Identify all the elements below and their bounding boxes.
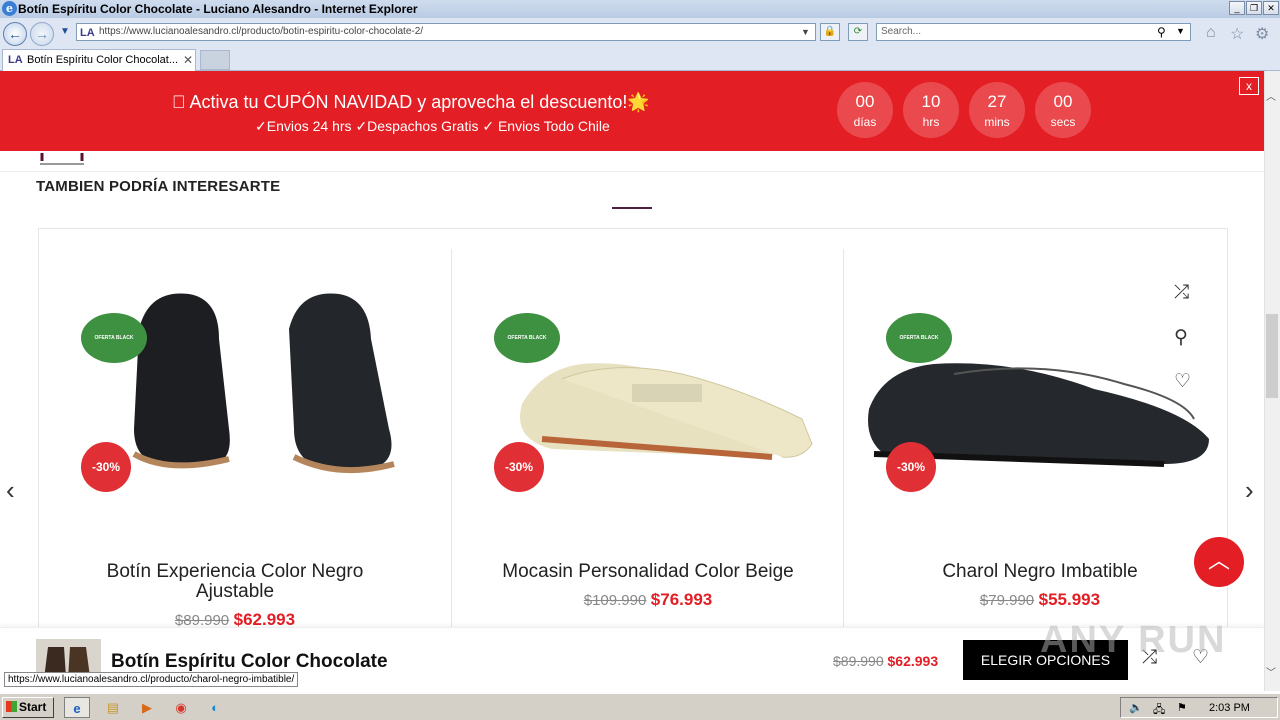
sticky-product-name: Botín Espíritu Color Chocolate [111, 651, 388, 672]
action-center-flag-icon[interactable]: ⚑ [1177, 701, 1187, 714]
old-price: $89.990 [833, 653, 884, 669]
search-input[interactable]: Search... [876, 23, 1191, 41]
site-logo-partial [38, 153, 86, 167]
windows-flag-icon [6, 701, 17, 712]
tab-current[interactable]: LA Botín Espíritu Color Chocolat... ✕ [2, 49, 196, 71]
clock[interactable]: 2:03 PM [1209, 702, 1250, 714]
volume-icon[interactable]: 🔈 [1129, 701, 1143, 714]
tab-label: Botín Espíritu Color Chocolat... [27, 54, 179, 66]
promo-banner:   Activa tu CUPÓN NAVIDAD y aprovecha el… [0, 71, 1264, 151]
product-card[interactable]: OFERTA BLACK -30% Botín Experiencia Colo… [39, 249, 431, 691]
ie-logo-icon: e [2, 1, 17, 16]
countdown-minutes: 27 mins [969, 82, 1025, 138]
search-icon[interactable]: ⚲ [1157, 25, 1166, 39]
taskbar: Start e ▤ ▶ ◉ ◐ 🔈 🖧 ⚑ 2:03 PM [0, 693, 1280, 720]
taskbar-media-player-icon[interactable]: ▶ [134, 697, 160, 718]
promo-subline: ✓Envios 24 hrs ✓Despachos Gratis ✓ Envio… [255, 118, 610, 134]
window-title: Botín Espíritu Color Chocolate - Luciano… [18, 2, 418, 16]
discount-badge: -30% [494, 442, 544, 492]
scroll-down-arrow-icon[interactable]: ﹀ [1266, 664, 1276, 679]
old-price: $109.990 [583, 592, 647, 609]
history-dropdown-icon[interactable]: ▼ [60, 26, 70, 37]
section-title: TAMBIEN PODRÍA INTERESARTE [36, 178, 281, 195]
countdown-hours: 10 hrs [903, 82, 959, 138]
close-tab-icon[interactable]: ✕ [183, 50, 193, 70]
product-name[interactable]: Charol Negro Imbatible [844, 562, 1236, 582]
sale-price: $55.993 [1038, 590, 1101, 609]
compare-shuffle-icon[interactable]: ⤮ [1174, 282, 1189, 304]
wishlist-heart-icon[interactable]: ♡ [1174, 370, 1191, 393]
favorites-star-icon[interactable]: ☆ [1230, 24, 1244, 44]
system-tray: 🔈 🖧 ⚑ 2:03 PM [1120, 697, 1278, 718]
header-divider [0, 171, 1264, 172]
close-window-button[interactable]: ✕ [1263, 1, 1279, 15]
promo-close-button[interactable]: x [1239, 77, 1259, 95]
forward-button[interactable]: → [30, 22, 54, 46]
settings-gear-icon[interactable]: ⚙ [1255, 24, 1269, 44]
discount-badge: -30% [886, 442, 936, 492]
old-price: $79.990 [979, 592, 1035, 609]
address-url[interactable]: https://www.lucianoalesandro.cl/producto… [99, 24, 423, 40]
start-button[interactable]: Start [2, 697, 54, 718]
watermark: ANY RUN [1040, 619, 1227, 661]
sale-price: $76.993 [650, 590, 713, 609]
refresh-icon[interactable]: ⟳ [848, 23, 868, 41]
minimize-button[interactable]: _ [1229, 1, 1245, 15]
site-favicon-icon: LA [80, 27, 95, 39]
taskbar-chrome-icon[interactable]: ◉ [168, 697, 194, 718]
taskbar-edge-icon[interactable]: ◐ [202, 697, 228, 718]
scroll-up-arrow-icon[interactable]: ︿ [1266, 88, 1276, 103]
countdown-seconds: 00 secs [1035, 82, 1091, 138]
offer-badge: OFERTA BLACK [886, 313, 952, 363]
product-name[interactable]: Mocasin Personalidad Color Beige [452, 562, 844, 582]
address-bar[interactable]: LA https://www.lucianoalesandro.cl/produ… [76, 23, 816, 41]
lock-icon[interactable]: 🔒 [820, 23, 840, 41]
taskbar-explorer-icon[interactable]: ▤ [100, 697, 126, 718]
taskbar-ie-icon[interactable]: e [64, 697, 90, 718]
countdown-days: 00 días [837, 82, 893, 138]
carousel-prev-arrow[interactable]: ‹ [6, 475, 15, 506]
web-page:   Activa tu CUPÓN NAVIDAD y aprovecha el… [0, 71, 1264, 691]
back-button[interactable]: ← [3, 22, 27, 46]
section-title-underline [612, 207, 652, 209]
product-price: $109.990 $76.993 [452, 590, 844, 610]
tab-favicon-icon: LA [8, 54, 23, 66]
navigation-bar: ← → ▼ LA https://www.lucianoalesandro.cl… [0, 18, 1280, 48]
quick-view-search-icon[interactable]: ⚲ [1174, 326, 1188, 349]
tab-bar: LA Botín Espíritu Color Chocolat... ✕ [0, 48, 1280, 71]
new-tab-button[interactable] [200, 50, 230, 70]
status-bar-url: https://www.lucianoalesandro.cl/producto… [4, 672, 299, 687]
offer-badge: OFERTA BLACK [494, 313, 560, 363]
sticky-product-price: $89.990 $62.993 [833, 653, 938, 669]
discount-badge: -30% [81, 442, 131, 492]
product-price: $79.990 $55.993 [844, 590, 1236, 610]
home-icon[interactable]: ⌂ [1206, 24, 1216, 42]
scroll-to-top-button[interactable]: ︿ [1194, 537, 1244, 587]
restore-button[interactable]: ❐ [1246, 1, 1262, 15]
product-card[interactable]: OFERTA BLACK -30% Mocasin Personalidad C… [451, 249, 843, 691]
sale-price: $62.993 [887, 653, 939, 669]
carousel-next-arrow[interactable]: › [1245, 475, 1254, 506]
product-image[interactable] [109, 279, 409, 479]
product-name[interactable]: Botín Experiencia Color Negro Ajustable [39, 562, 431, 602]
promo-headline:   Activa tu CUPÓN NAVIDAD y aprovecha el… [172, 92, 650, 112]
search-dropdown-icon[interactable]: ▼ [1176, 26, 1185, 36]
network-icon[interactable]: 🖧 [1153, 701, 1165, 720]
window-title-bar: e Botín Espíritu Color Chocolate - Lucia… [0, 0, 1280, 18]
scrollbar-thumb[interactable] [1266, 314, 1278, 398]
offer-badge: OFERTA BLACK [81, 313, 147, 363]
address-dropdown-icon[interactable]: ▼ [801, 24, 810, 40]
